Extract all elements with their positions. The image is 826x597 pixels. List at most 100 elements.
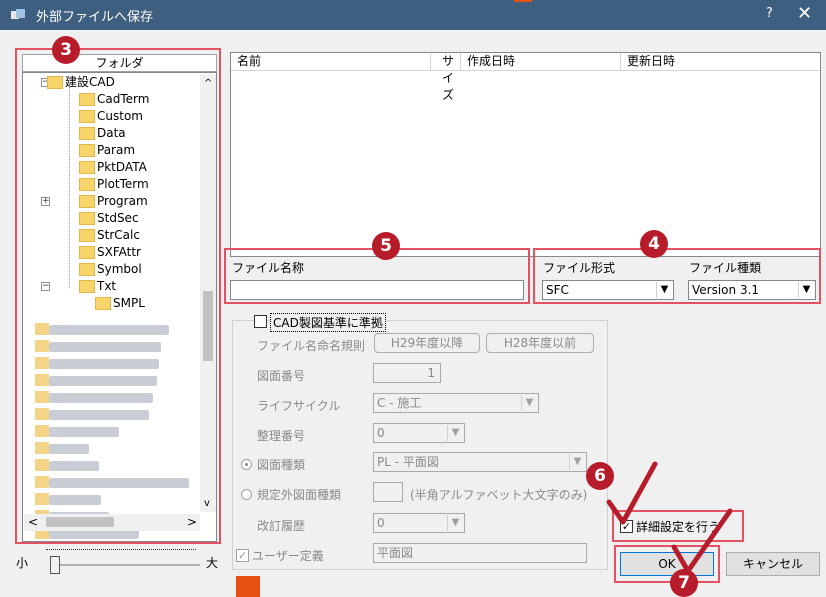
folder-icon — [79, 144, 95, 157]
tree-horizontal-scrollbar[interactable]: < > — [24, 514, 200, 531]
tree-expander-icon[interactable]: − — [41, 282, 50, 291]
drawing-type-value: PL - 平面図 — [377, 455, 439, 469]
annotation-badge-4: 4 — [640, 230, 668, 258]
tree-item-label: Param — [97, 143, 136, 157]
folder-icon — [95, 297, 111, 310]
cad-standard-checkbox[interactable] — [254, 315, 267, 328]
blurred-tree-item[interactable] — [49, 359, 159, 369]
tree-expander-icon[interactable]: + — [41, 197, 50, 206]
scroll-right-icon[interactable]: > — [187, 515, 197, 529]
cad-standard-label[interactable]: CAD製図基準に準拠 — [270, 313, 386, 332]
marker-accent — [514, 0, 532, 2]
user-defined-checkbox[interactable]: ✓ — [236, 549, 249, 562]
tree-item-label: Symbol — [97, 262, 142, 276]
chevron-down-icon[interactable]: ▼ — [569, 454, 585, 470]
zoom-slider-thumb[interactable] — [50, 556, 60, 574]
revision-select[interactable]: 0 ▼ — [373, 513, 465, 533]
nonstandard-type-field[interactable] — [373, 482, 403, 502]
tree-item[interactable]: SMPL — [95, 295, 145, 312]
blurred-folder-icon — [35, 476, 49, 488]
blurred-tree-item[interactable] — [49, 393, 153, 403]
zoom-ticks — [46, 549, 196, 553]
title-bar: 外部ファイルへ保存 ? ✕ — [0, 0, 826, 30]
lifecycle-label: ライフサイクル — [257, 399, 341, 413]
nonstandard-type-radio[interactable] — [241, 489, 252, 500]
tree-item[interactable]: StdSec — [79, 210, 139, 227]
help-button[interactable]: ? — [766, 6, 773, 21]
folder-icon — [79, 229, 95, 242]
drawing-number-field[interactable]: 1 — [373, 363, 441, 383]
tree-item[interactable]: CadTerm — [79, 91, 150, 108]
tree-item[interactable]: Txt — [79, 278, 116, 295]
zoom-small-label: 小 — [16, 556, 29, 570]
drawing-type-select[interactable]: PL - 平面図 ▼ — [373, 452, 587, 472]
folder-icon — [79, 195, 95, 208]
tree-item[interactable]: Data — [79, 125, 126, 142]
blurred-tree-item[interactable] — [49, 495, 101, 505]
lifecycle-select[interactable]: C - 施工 ▼ — [373, 393, 539, 413]
drawing-type-radio[interactable] — [241, 459, 252, 470]
file-type-select[interactable]: Version 3.1 ▼ — [688, 280, 816, 300]
tree-item[interactable]: PlotTerm — [79, 176, 149, 193]
tree-item[interactable]: Symbol — [79, 261, 142, 278]
tree-item[interactable]: StrCalc — [79, 227, 140, 244]
tree-item[interactable]: Program — [79, 193, 148, 210]
scroll-left-icon[interactable]: < — [28, 515, 38, 529]
tree-item-label: Data — [97, 126, 126, 140]
tree-item[interactable]: SXFAttr — [79, 244, 141, 261]
folder-icon — [79, 212, 95, 225]
tree-vertical-scrollbar[interactable]: ^ v — [200, 74, 216, 512]
blurred-tree-item[interactable] — [49, 376, 157, 386]
tree-item-label: PktDATA — [97, 160, 147, 174]
chevron-down-icon[interactable]: ▼ — [447, 515, 463, 531]
vscroll-thumb[interactable] — [203, 291, 213, 361]
blurred-tree-item[interactable] — [49, 427, 119, 437]
blurred-tree-item[interactable] — [49, 410, 149, 420]
user-defined-field[interactable]: 平面図 — [373, 543, 587, 563]
tree-item-label: StrCalc — [97, 228, 140, 242]
drawing-number-label: 図面番号 — [257, 369, 306, 383]
blurred-tree-item[interactable] — [49, 325, 169, 335]
scroll-up-icon[interactable]: ^ — [204, 78, 212, 89]
folder-header[interactable]: フォルダ — [22, 54, 217, 72]
hscroll-thumb[interactable] — [46, 517, 114, 527]
file-format-select[interactable]: SFC ▼ — [542, 280, 674, 300]
column-created[interactable]: 作成日時 — [461, 53, 621, 71]
folder-icon — [47, 76, 63, 89]
reference-number-select[interactable]: 0 ▼ — [373, 423, 465, 443]
file-format-label: ファイル形式 — [543, 261, 616, 275]
folder-tree[interactable]: − 建設CAD CadTerm Custom Data Param PktDATA PlotT… — [22, 72, 217, 542]
close-button[interactable]: ✕ — [797, 3, 812, 24]
blurred-tree-item[interactable] — [49, 478, 189, 488]
revision-value: 0 — [377, 516, 385, 530]
blurred-tree-item[interactable] — [49, 342, 161, 352]
file-list[interactable]: 名前 サイズ 作成日時 更新日時 — [230, 52, 821, 257]
blurred-tree-item[interactable] — [49, 461, 99, 471]
column-modified[interactable]: 更新日時 — [621, 53, 820, 71]
tree-item-label: 建設CAD — [65, 75, 115, 89]
marker-accent-bottom — [236, 576, 260, 597]
blurred-folder-icon — [35, 493, 49, 505]
tree-item[interactable]: Param — [79, 142, 136, 159]
tree-item[interactable]: Custom — [79, 108, 143, 125]
blurred-tree-item[interactable] — [49, 444, 89, 454]
filename-input[interactable] — [230, 280, 524, 300]
chevron-down-icon[interactable]: ▼ — [521, 395, 537, 411]
tree-item[interactable]: 建設CAD — [47, 74, 115, 91]
zoom-slider-track[interactable] — [50, 564, 200, 566]
tree-item[interactable]: PktDATA — [79, 159, 147, 176]
scroll-down-icon[interactable]: v — [204, 498, 210, 509]
column-name[interactable]: 名前 — [231, 53, 431, 71]
chevron-down-icon[interactable]: ▼ — [656, 282, 672, 298]
tree-item-label: CadTerm — [97, 92, 150, 106]
folder-icon — [79, 280, 95, 293]
tree-item-label: StdSec — [97, 211, 139, 225]
chevron-down-icon[interactable]: ▼ — [798, 282, 814, 298]
naming-rule-label: ファイル名命名規則 — [257, 339, 366, 353]
folder-icon — [79, 127, 95, 140]
naming-rule-before-button[interactable]: H28年度以前 — [486, 333, 594, 353]
chevron-down-icon[interactable]: ▼ — [447, 425, 463, 441]
naming-rule-after-button[interactable]: H29年度以降 — [374, 333, 480, 353]
cancel-button[interactable]: キャンセル — [726, 552, 820, 576]
column-size[interactable]: サイズ — [431, 53, 461, 102]
